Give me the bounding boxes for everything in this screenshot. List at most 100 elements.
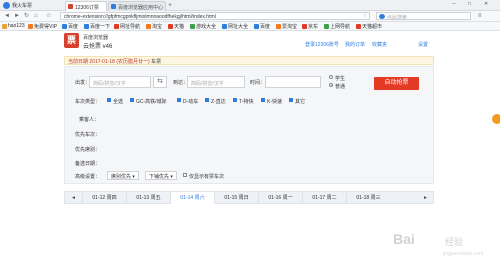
berth-select[interactable]: 下铺优先 ▾ (145, 171, 177, 180)
bookmark-item[interactable]: 百度一下 (84, 23, 110, 30)
bookmark-label: 百度 (260, 24, 271, 30)
menu-icon[interactable]: ≡ (478, 12, 482, 20)
bookmark-item[interactable]: 淘宝 (146, 23, 162, 30)
tab-app-center[interactable]: 百度浏览器应用中心 (108, 1, 166, 11)
bookmark-item[interactable]: 网址导航 (114, 23, 140, 30)
bookmark-item[interactable]: hao123 (2, 23, 25, 29)
to-label: 到达： (173, 80, 189, 86)
normal-radio[interactable]: 普通 (329, 83, 345, 90)
browser-logo-icon (3, 2, 10, 9)
auto-grab-button[interactable]: 自动抢票 (374, 77, 419, 90)
passenger-label[interactable]: 乘客人： (79, 116, 99, 123)
date-tab-active[interactable]: 01-14 周六 (170, 192, 214, 204)
bookmark-label: 百度一下 (90, 24, 111, 30)
checkbox-other[interactable]: 其它 (289, 98, 305, 105)
tab-12306[interactable]: 12306订票 (65, 1, 107, 11)
checkbox-label: 仅显示有票车次 (189, 174, 225, 180)
bookmark-item[interactable]: 网址大全 (222, 23, 248, 30)
watermark-url: jingyan.baidu.com (443, 251, 484, 257)
bookmark-icon (356, 24, 361, 29)
app-logo-icon: 票 (64, 33, 79, 48)
search-form: 出发： 简码/拼音/汉字 ⇆ 到达： 简码/拼音/汉字 时间： 学生 普通 自动… (64, 66, 434, 184)
checkbox-icon (107, 98, 111, 102)
bookmark-item[interactable]: 免费得VIP (28, 23, 57, 30)
home-icon[interactable]: ⌂ (34, 12, 38, 20)
bookmark-item[interactable]: 百度 (254, 23, 270, 30)
checkbox-label: 全选 (113, 99, 124, 105)
date-tab[interactable]: 01-17 周二 (302, 192, 346, 204)
close-icon[interactable]: ✕ (484, 1, 488, 7)
checkbox-k[interactable]: K-快速 (261, 98, 282, 105)
forward-icon[interactable]: ► (14, 12, 20, 20)
checkbox-z[interactable]: Z-直达 (205, 98, 226, 105)
bookmark-icon (114, 24, 119, 29)
date-tab[interactable]: 01-16 周一 (258, 192, 302, 204)
address-bar: ◄ ► ↻ ⌂ ☆ chrome-extension://gfpfmcgpnkf… (0, 11, 500, 22)
to-station-input[interactable]: 简码/拼音/汉字 (187, 76, 245, 88)
bookmark-icon (62, 24, 67, 29)
bookmark-item[interactable]: 京东 (302, 23, 318, 30)
date-tab[interactable]: 01-15 周日 (214, 192, 258, 204)
checkbox-d[interactable]: D-动车 (177, 98, 198, 105)
prev-date-icon[interactable]: ◄ (71, 195, 76, 201)
settings-link[interactable]: 设置 (418, 41, 428, 48)
bookmark-label: 免费得VIP (34, 24, 58, 30)
bookmark-label: 爱淘宝 (282, 24, 298, 30)
sort-select[interactable]: 席别优先 ▾ (107, 171, 139, 180)
date-input[interactable] (265, 76, 321, 88)
next-date-icon[interactable]: ► (423, 195, 428, 201)
watermark-sub: 经验 (445, 237, 464, 247)
bookmark-icon (168, 24, 173, 29)
checkbox-gc[interactable]: GC-高铁/城际 (130, 98, 167, 105)
bookmark-label: 京东 (308, 24, 319, 30)
bookmark-item[interactable]: 百度 (62, 23, 78, 30)
from-station-input[interactable]: 简码/拼音/汉字 (89, 76, 151, 88)
checkbox-all[interactable]: 全选 (107, 98, 123, 105)
window-title: 我火车票 (12, 3, 33, 9)
bookmark-item[interactable]: 天猫 (168, 23, 184, 30)
date-tab[interactable]: 01-13 周五 (126, 192, 170, 204)
search-input[interactable]: 点此搜索 (376, 12, 471, 21)
bookmark-icon (190, 24, 195, 29)
from-placeholder: 简码/拼音/汉字 (93, 81, 126, 87)
bookmark-icon (146, 24, 151, 29)
bookmark-item[interactable]: 爱淘宝 (276, 23, 297, 30)
checkbox-label: K-快速 (267, 99, 283, 105)
backup-date-label[interactable]: 备选日期： (75, 160, 100, 167)
floating-helper-icon[interactable] (492, 114, 500, 124)
maximize-icon[interactable]: □ (468, 1, 471, 7)
bookmark-item[interactable]: 上网导航 (324, 23, 350, 30)
checkbox-label: Z-直达 (211, 99, 226, 105)
to-placeholder: 简码/拼音/汉字 (191, 81, 224, 87)
checkbox-icon (130, 98, 134, 102)
orders-link[interactable]: 我的订单 (345, 41, 365, 48)
login-link[interactable]: 登录12306账号 (305, 41, 339, 48)
bookmark-item[interactable]: 天猫超市 (356, 23, 382, 30)
from-label: 出发： (75, 80, 91, 86)
star-icon[interactable]: ☆ (46, 12, 51, 20)
bookmark-star-icon[interactable]: ☆ (363, 13, 367, 19)
date-tab[interactable]: 01-12 周四 (82, 192, 126, 204)
bookmark-label: 百度 (68, 24, 79, 30)
swap-stations-button[interactable]: ⇆ (153, 76, 167, 88)
url-input[interactable]: chrome-extension://gfpfmcgpnkfljmiolmnna… (60, 12, 370, 20)
refresh-icon[interactable]: ↻ (24, 12, 29, 20)
bookmark-item[interactable]: 游戏大全 (190, 23, 216, 30)
url-text: chrome-extension://gfpfmcgpnkfljmiolmnna… (64, 14, 216, 20)
bookmark-icon (28, 24, 33, 29)
radio-icon (329, 75, 333, 79)
date-tab[interactable]: 01-18 周三 (346, 192, 390, 204)
new-tab-button[interactable]: + (168, 2, 172, 9)
notice-suffix: 车票 (151, 59, 162, 65)
only-available-checkbox[interactable]: 仅显示有票车次 (183, 173, 224, 180)
back-icon[interactable]: ◄ (4, 12, 10, 20)
minimize-icon[interactable]: ─ (452, 1, 456, 7)
student-radio[interactable]: 学生 (329, 75, 345, 82)
prefer-train-label[interactable]: 优先车次： (75, 131, 100, 138)
date-tabs: ◄ 01-12 周四 01-13 周五 01-14 周六 01-15 周日 01… (64, 191, 434, 204)
radio-checked-icon (329, 83, 333, 87)
favorites-link[interactable]: 收藏夹 (372, 41, 387, 48)
checkbox-label: D-动车 (183, 99, 199, 105)
prefer-seat-label[interactable]: 优先席别： (75, 146, 100, 153)
checkbox-t[interactable]: T-特快 (233, 98, 253, 105)
